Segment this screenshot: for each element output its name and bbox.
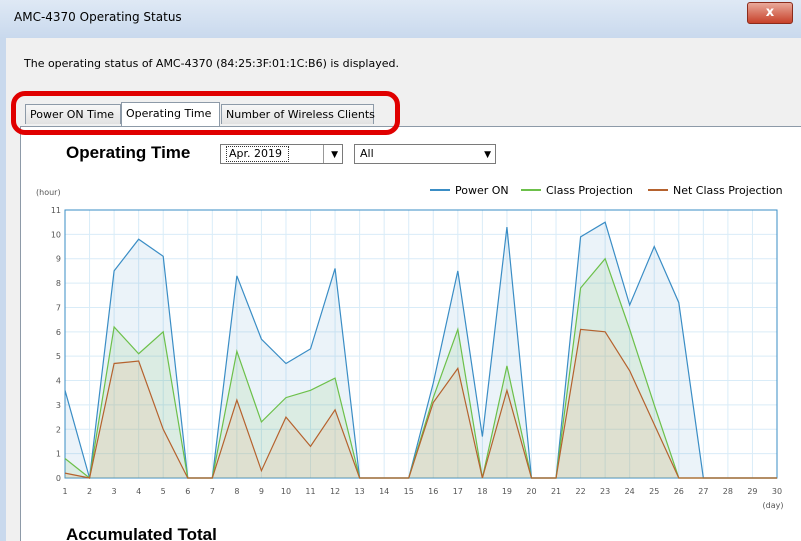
net-class-projection-legend-label: Net Class Projection [673, 184, 783, 197]
y-tick-label: 7 [56, 303, 61, 312]
x-tick-label: 30 [772, 487, 782, 496]
x-tick-label: 4 [136, 487, 141, 496]
y-tick-label: 9 [56, 255, 61, 264]
y-tick-label: 5 [56, 352, 61, 361]
operating-status-window: AMC-4370 Operating Status x The operatin… [0, 0, 801, 541]
x-tick-label: 11 [305, 487, 315, 496]
y-tick-label: 8 [56, 279, 61, 288]
y-axis-label: (hour) [36, 188, 61, 197]
month-select[interactable]: Apr. 2019 ▼ [220, 144, 343, 164]
y-tick-label: 10 [51, 230, 61, 239]
x-tick-label: 27 [698, 487, 708, 496]
x-tick-label: 18 [477, 487, 487, 496]
accumulated-total-title: Accumulated Total [66, 525, 217, 541]
power-on-legend-label: Power ON [455, 184, 509, 197]
x-tick-label: 24 [625, 487, 635, 496]
x-tick-label: 21 [551, 487, 561, 496]
x-tick-label: 16 [428, 487, 438, 496]
x-tick-label: 5 [161, 487, 166, 496]
x-tick-label: 7 [210, 487, 215, 496]
title-bar: AMC-4370 Operating Status x [0, 0, 801, 39]
x-tick-label: 10 [281, 487, 291, 496]
page-title: Operating Time [66, 143, 191, 162]
y-tick-label: 1 [56, 450, 61, 459]
x-tick-label: 2 [87, 487, 92, 496]
x-tick-label: 8 [234, 487, 239, 496]
x-tick-label: 12 [330, 487, 340, 496]
x-tick-label: 1 [62, 487, 67, 496]
x-tick-label: 17 [453, 487, 463, 496]
tab-operating-time[interactable]: Operating Time [121, 102, 220, 126]
x-tick-label: 9 [259, 487, 264, 496]
y-tick-label: 4 [56, 377, 61, 386]
select-divider [323, 145, 324, 163]
filter-select[interactable]: All ▼ [354, 144, 496, 164]
x-tick-label: 15 [404, 487, 414, 496]
y-tick-label: 3 [56, 401, 61, 410]
x-tick-label: 13 [355, 487, 365, 496]
chevron-down-icon: ▼ [331, 150, 338, 160]
x-tick-label: 29 [747, 487, 757, 496]
class-projection-legend-label: Class Projection [546, 184, 633, 197]
x-tick-label: 6 [185, 487, 190, 496]
operating-time-chart: 012345678910111 2 3 4 5 6 7 8 9 10 11 12 13 14 15 16 17 1… [36, 184, 784, 510]
tab-number-of-wireless-clients[interactable]: Number of Wireless Clients [221, 104, 375, 124]
x-tick-label: 20 [526, 487, 536, 496]
filter-select-value: All [360, 147, 374, 160]
window-title: AMC-4370 Operating Status [14, 10, 182, 24]
y-tick-label: 6 [56, 328, 61, 337]
y-tick-label: 2 [56, 425, 61, 434]
x-tick-label: 26 [674, 487, 684, 496]
x-tick-label: 25 [649, 487, 659, 496]
y-tick-label: 0 [56, 474, 61, 483]
x-axis-label: (day) [763, 501, 784, 510]
y-tick-label: 11 [51, 206, 61, 215]
description-text: The operating status of AMC-4370 (84:25:… [24, 57, 399, 70]
chevron-down-icon: ▼ [484, 150, 491, 160]
x-tick-label: 19 [502, 487, 512, 496]
x-tick-label: 23 [600, 487, 610, 496]
x-tick-label: 28 [723, 487, 733, 496]
tab-power-on-time[interactable]: Power ON Time [25, 104, 121, 124]
close-button[interactable]: x [747, 2, 793, 24]
x-tick-label: 22 [575, 487, 585, 496]
x-tick-label: 3 [112, 487, 117, 496]
x-tick-label: 14 [379, 487, 389, 496]
month-select-value: Apr. 2019 [226, 146, 290, 162]
